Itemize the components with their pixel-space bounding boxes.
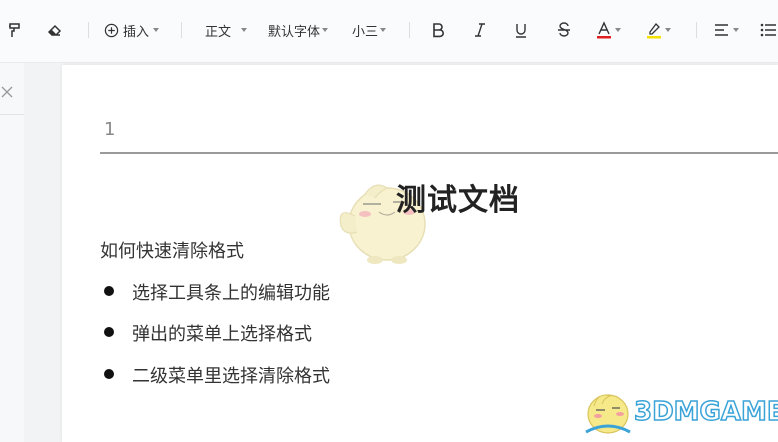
align-button[interactable] [714,17,744,43]
italic-icon [475,23,485,37]
bold-button[interactable] [428,17,448,43]
mascot-logo-icon [585,394,631,434]
italic-button[interactable] [470,17,490,43]
chevron-down-icon [380,28,387,32]
align-left-icon [715,24,728,36]
divider [0,114,24,115]
chevron-down-icon [153,28,160,32]
font-size-value: 小三 [352,24,379,40]
chevron-down-icon [665,28,671,32]
format-painter-icon [9,23,20,37]
separator [88,22,89,38]
separator [696,22,697,38]
insert-menu[interactable]: 插入 [104,17,164,43]
bullet-item: 弹出的菜单上选择格式 [132,324,312,345]
strikethrough-icon [558,22,570,37]
separator [409,22,410,38]
underline-button[interactable] [511,17,531,43]
chevron-down-icon [733,28,739,32]
bullet-dot [104,369,114,379]
format-painter-button[interactable] [4,17,24,43]
header-divider [100,152,778,154]
eraser-icon [47,24,62,36]
side-panel [0,63,24,442]
paragraph-style-value: 正文 [205,24,232,40]
bold-icon [433,23,444,38]
chevron-down-icon [241,28,248,32]
font-color-icon [597,21,611,39]
page-header-number: 1 [104,119,116,140]
underline-icon [516,24,526,38]
list-icon [760,23,776,37]
bullet-dot [104,327,114,337]
watermark-text: 3DMGAME [633,396,778,428]
close-icon [1,86,13,98]
chevron-down-icon [615,28,621,32]
chevron-down-icon [322,28,329,32]
bullet-item: 选择工具条上的编辑功能 [132,283,330,304]
list-button[interactable] [760,17,778,43]
strikethrough-button[interactable] [554,17,574,43]
document-paragraph: 如何快速清除格式 [100,241,244,262]
highlighter-icon [647,23,661,39]
separator [181,22,182,38]
plus-circle-icon [104,23,119,37]
close-panel-button[interactable] [1,83,13,102]
document-title: 测试文档 [396,183,520,218]
site-watermark: 3DMGAME [582,386,778,438]
bullet-dot [104,286,114,296]
paragraph-style-select[interactable]: 正文 [205,17,253,43]
insert-label: 插入 [123,24,150,40]
toolbar: 插入 正文 默认字体 小三 [0,0,778,63]
font-color-button[interactable] [596,17,628,43]
highlight-color-button[interactable] [646,17,678,43]
font-family-value: 默认字体 [268,24,321,40]
clear-format-button[interactable] [44,17,66,43]
bullet-item: 二级菜单里选择清除格式 [132,366,330,387]
font-size-select[interactable]: 小三 [352,17,394,43]
font-family-select[interactable]: 默认字体 [268,17,338,43]
